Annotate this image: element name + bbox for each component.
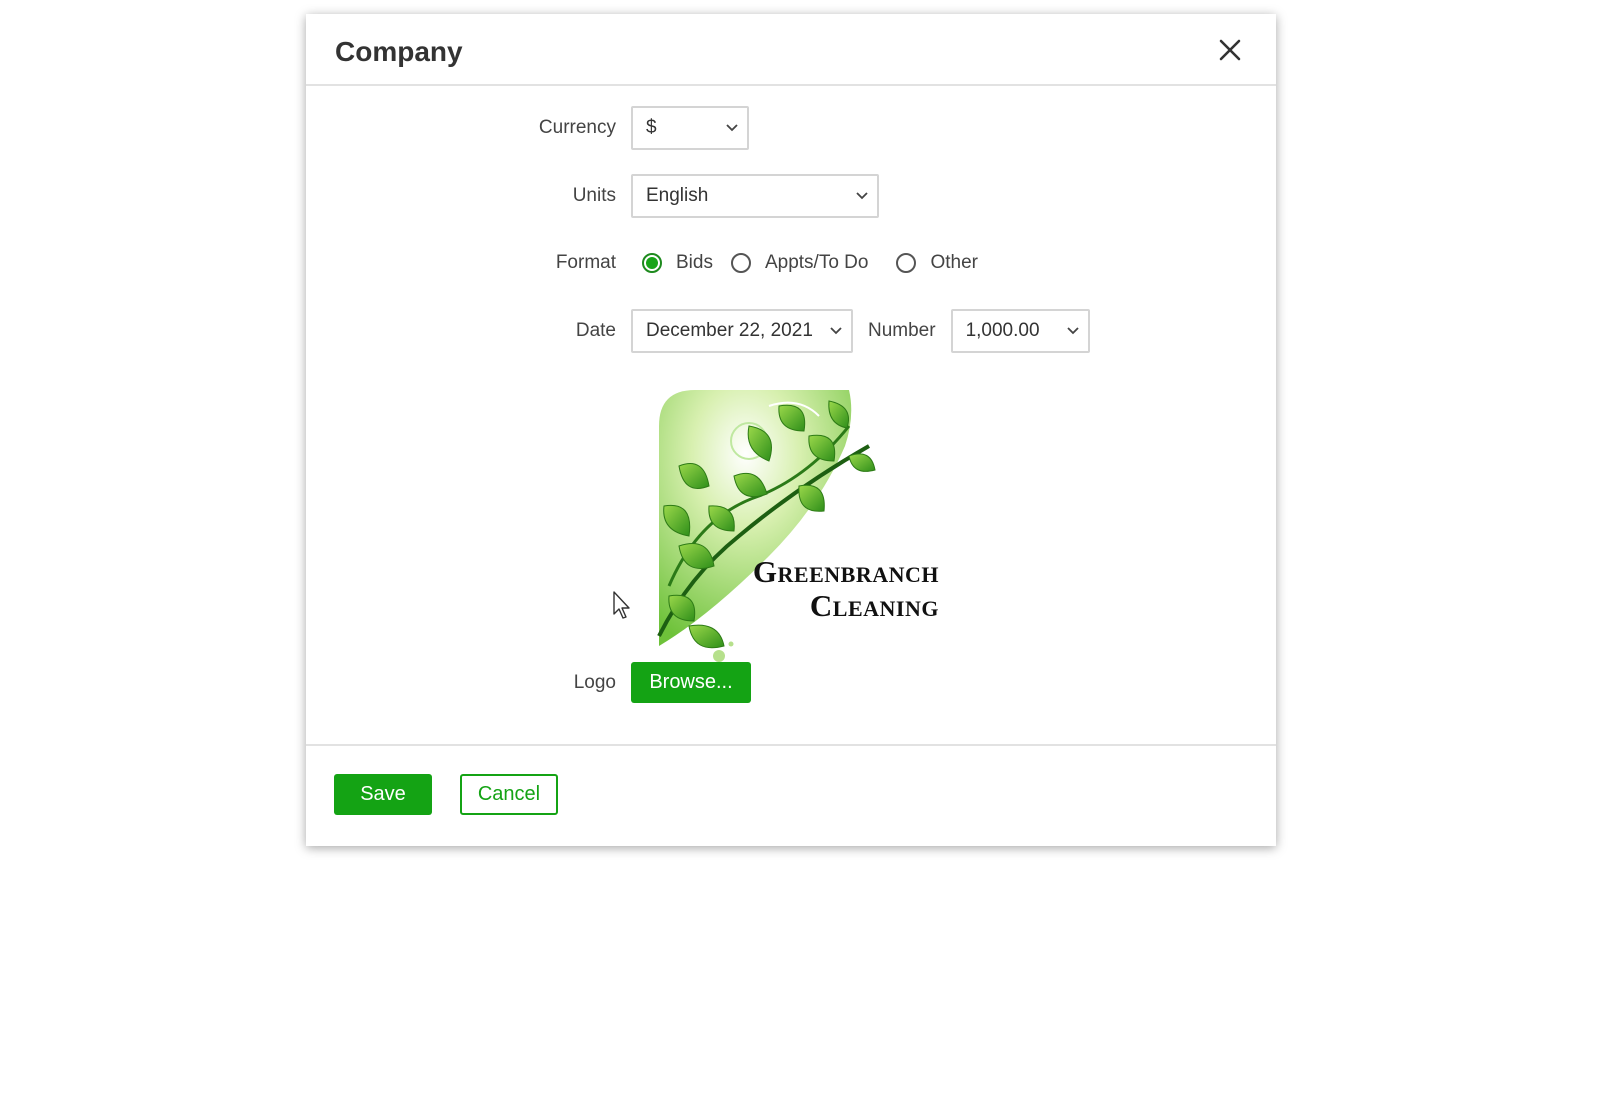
browse-button[interactable]: Browse... xyxy=(631,662,751,703)
units-value: English xyxy=(646,185,709,206)
format-option-label[interactable]: Appts/To Do xyxy=(765,252,869,274)
date-format-value: December 22, 2021 xyxy=(646,320,813,341)
date-label: Date xyxy=(575,320,616,341)
format-radio-other[interactable] xyxy=(896,253,917,273)
currency-row: Currency $ xyxy=(306,106,749,150)
units-label: Units xyxy=(572,185,616,206)
date-number-row: Date December 22, 2021 Number 1,000.00 xyxy=(306,309,1090,353)
date-format-select[interactable]: December 22, 2021 xyxy=(631,309,853,353)
brand-name-line1: Greenbranch xyxy=(752,554,939,589)
format-option-label[interactable]: Bids xyxy=(676,252,713,274)
currency-value: $ xyxy=(646,117,657,138)
units-row: Units English xyxy=(306,174,879,218)
number-format-select[interactable]: 1,000.00 xyxy=(950,309,1090,353)
dialog-footer: Save Cancel xyxy=(306,744,1276,848)
format-label: Format xyxy=(555,252,616,273)
number-format-value: 1,000.00 xyxy=(965,320,1040,341)
close-icon[interactable] xyxy=(1214,34,1246,66)
chevron-down-icon xyxy=(1066,327,1079,335)
leaf-branch-icon xyxy=(657,390,876,662)
number-label: Number xyxy=(868,320,936,341)
company-dialog: Company Currency $ Units English Format xyxy=(306,14,1276,846)
chevron-down-icon xyxy=(830,327,842,335)
dialog-header: Company xyxy=(306,14,1276,86)
units-select[interactable]: English xyxy=(631,174,879,218)
company-logo: Greenbranch Cleaning xyxy=(649,386,949,676)
currency-label: Currency xyxy=(538,117,616,138)
brand-name-line2: Cleaning xyxy=(809,588,939,623)
chevron-down-icon xyxy=(856,192,868,200)
save-button[interactable]: Save xyxy=(334,774,432,815)
format-option-label[interactable]: Other xyxy=(930,252,978,274)
chevron-down-icon xyxy=(726,124,738,132)
logo-label: Logo xyxy=(573,671,616,693)
logo-row: Logo Browse... xyxy=(306,662,751,703)
format-radio-bids[interactable] xyxy=(642,253,662,273)
format-radio-group: Bids Appts/To Do Other xyxy=(642,252,978,274)
dialog-title: Company xyxy=(335,36,463,67)
currency-select[interactable]: $ xyxy=(631,106,749,150)
mouse-cursor-icon xyxy=(613,591,630,619)
cancel-button[interactable]: Cancel xyxy=(460,774,558,815)
format-row: Format Bids Appts/To Do Other xyxy=(306,252,978,274)
format-radio-appts[interactable] xyxy=(730,253,751,273)
